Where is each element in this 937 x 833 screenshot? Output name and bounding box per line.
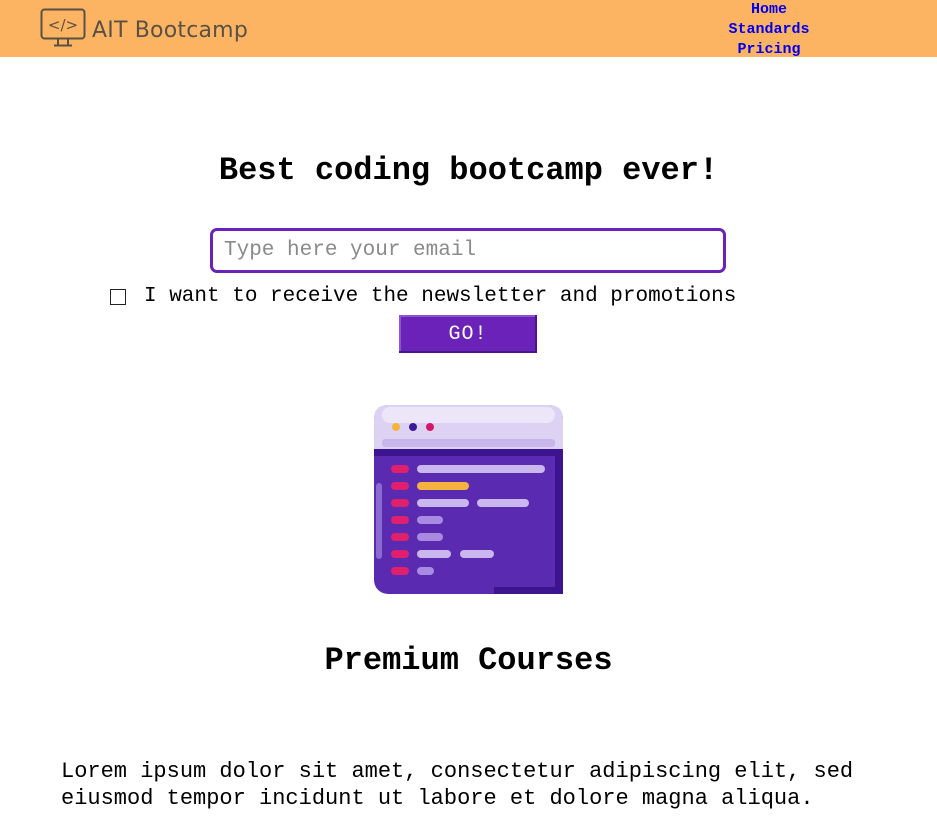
newsletter-label: I want to receive the newsletter and pro…	[144, 285, 737, 308]
hero-title: Best coding bootcamp ever!	[218, 152, 719, 189]
nav-link-pricing[interactable]: Pricing	[737, 40, 800, 60]
code-editor-window-icon	[374, 405, 563, 594]
premium-courses-title: Premium Courses	[324, 642, 613, 679]
main-nav: Home Standards Pricing	[700, 0, 838, 60]
svg-text:</>: </>	[48, 16, 78, 34]
nav-link-home[interactable]: Home	[751, 0, 787, 20]
code-monitor-icon: </>	[40, 8, 86, 53]
logo[interactable]: </> AIT Bootcamp	[40, 8, 248, 53]
newsletter-checkbox[interactable]	[110, 288, 126, 305]
email-field[interactable]	[210, 228, 726, 273]
site-header: </> AIT Bootcamp Home Standards Pricing	[0, 0, 937, 60]
nav-link-standards[interactable]: Standards	[728, 20, 809, 40]
courses-description: Lorem ipsum dolor sit amet, consectetur …	[61, 759, 854, 811]
logo-text: AIT Bootcamp	[92, 17, 248, 43]
go-button[interactable]: GO!	[399, 315, 537, 353]
newsletter-option[interactable]: I want to receive the newsletter and pro…	[108, 285, 736, 308]
